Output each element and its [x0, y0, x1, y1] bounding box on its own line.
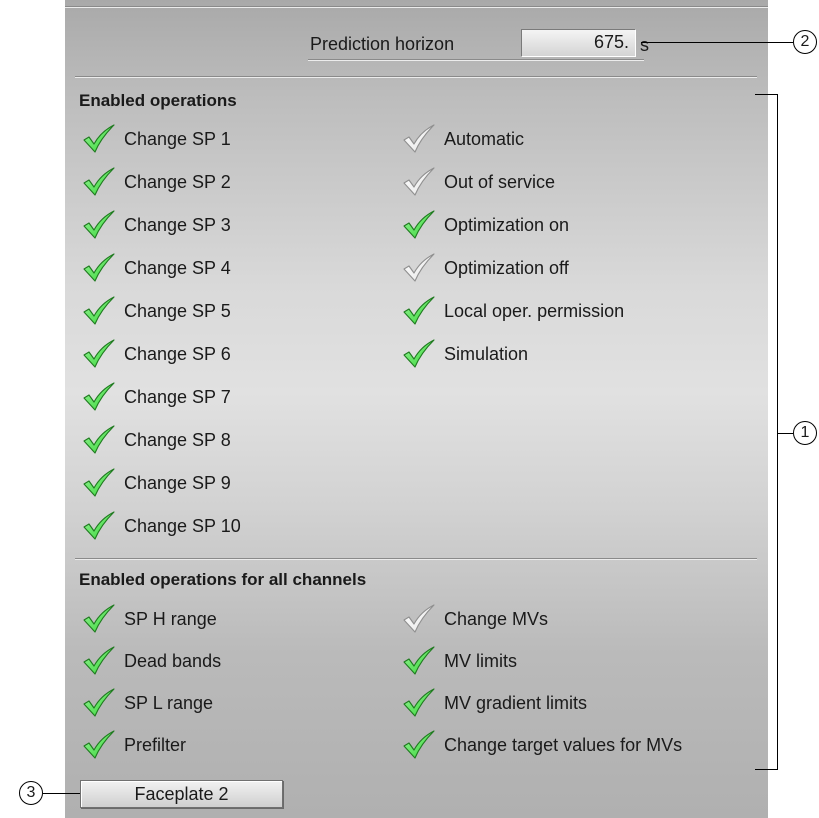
- operation-label: Change SP 2: [124, 171, 231, 192]
- operation-item: Optimization on: [400, 210, 569, 240]
- operation-item: Change SP 1: [80, 124, 231, 154]
- operation-label: Change SP 8: [124, 429, 231, 450]
- operation-item: Simulation: [400, 339, 528, 369]
- green-check-icon: [400, 688, 440, 718]
- operation-item: Optimization off: [400, 253, 569, 283]
- operation-label: Change SP 3: [124, 214, 231, 235]
- top-divider: [65, 6, 768, 8]
- operation-item: Change SP 2: [80, 167, 231, 197]
- green-check-icon: [400, 210, 440, 240]
- green-check-icon: [400, 646, 440, 676]
- operation-item: Local oper. permission: [400, 296, 624, 326]
- grey-check-icon: [400, 604, 440, 634]
- callout-2-leader: [641, 42, 793, 44]
- operation-item: Automatic: [400, 124, 524, 154]
- prediction-horizon-field[interactable]: 675.: [521, 29, 636, 57]
- operation-label: Change SP 9: [124, 472, 231, 493]
- callout-1-bracket-top: [755, 94, 778, 96]
- callout-1-bracket-bottom: [755, 769, 778, 771]
- green-check-icon: [80, 167, 120, 197]
- operation-item: MV limits: [400, 646, 517, 676]
- green-check-icon: [80, 382, 120, 412]
- operation-label: Simulation: [444, 343, 529, 364]
- green-check-icon: [400, 730, 440, 760]
- operation-item: Change SP 5: [80, 296, 231, 326]
- prediction-horizon-value: 675.: [593, 32, 629, 52]
- green-check-icon: [80, 296, 120, 326]
- callout-3: 3: [19, 781, 43, 805]
- operation-item: Change SP 4: [80, 253, 231, 283]
- prediction-horizon-label: Prediction horizon: [310, 34, 455, 54]
- operation-label: Dead bands: [124, 650, 222, 671]
- green-check-icon: [400, 296, 440, 326]
- green-check-icon: [80, 339, 120, 369]
- operation-label: Change target values for MVs: [444, 734, 683, 755]
- operation-label: Local oper. permission: [444, 300, 625, 321]
- operation-item: Change target values for MVs: [400, 730, 682, 760]
- green-check-icon: [400, 339, 440, 369]
- green-check-icon: [80, 688, 120, 718]
- access-permissions-panel: Prediction horizon 675. s Enabled operat…: [65, 0, 768, 818]
- section-divider-2: [75, 558, 757, 560]
- operation-label: Prefilter: [124, 734, 187, 755]
- operation-label: Change SP 7: [124, 386, 231, 407]
- operation-item: Change SP 8: [80, 425, 231, 455]
- prediction-horizon-unit: s: [640, 35, 649, 55]
- enabled-operations-heading: Enabled operations: [79, 91, 237, 110]
- all-channels-heading: Enabled operations for all channels: [79, 570, 367, 589]
- operation-item: Change MVs: [400, 604, 548, 634]
- operation-label: Change SP 6: [124, 343, 231, 364]
- operation-item: Change SP 7: [80, 382, 231, 412]
- operation-item: Change SP 3: [80, 210, 231, 240]
- green-check-icon: [80, 511, 120, 541]
- green-check-icon: [80, 210, 120, 240]
- operation-item: SP L range: [80, 688, 213, 718]
- operation-item: Dead bands: [80, 646, 221, 676]
- operation-label: Change SP 10: [124, 515, 241, 536]
- operation-label: MV limits: [444, 650, 517, 671]
- green-check-icon: [80, 425, 120, 455]
- grey-check-icon: [400, 253, 440, 283]
- green-check-icon: [80, 646, 120, 676]
- operation-label: SP H range: [124, 608, 217, 629]
- operation-label: Out of service: [444, 171, 556, 192]
- operation-item: Change SP 9: [80, 468, 231, 498]
- green-check-icon: [80, 468, 120, 498]
- green-check-icon: [80, 253, 120, 283]
- operation-label: Change MVs: [444, 608, 549, 629]
- operation-item: MV gradient limits: [400, 688, 587, 718]
- grey-check-icon: [400, 124, 440, 154]
- operation-item: Change SP 10: [80, 511, 241, 541]
- operation-label: Change SP 1: [124, 128, 231, 149]
- operation-label: Change SP 5: [124, 300, 231, 321]
- callout-1-bracket-vertical: [777, 94, 779, 770]
- callout-1-leader: [777, 433, 793, 435]
- operation-label: Optimization on: [444, 214, 570, 235]
- operation-label: SP L range: [124, 692, 214, 713]
- callout-1: 1: [793, 421, 817, 445]
- operation-item: SP H range: [80, 604, 217, 634]
- section-divider-1: [75, 76, 757, 78]
- green-check-icon: [80, 124, 120, 154]
- green-check-icon: [80, 730, 120, 760]
- prediction-horizon-underline: [308, 59, 644, 61]
- callout-2: 2: [793, 30, 817, 54]
- operation-item: Change SP 6: [80, 339, 231, 369]
- green-check-icon: [80, 604, 120, 634]
- operation-item: Prefilter: [80, 730, 186, 760]
- faceplate-2-button[interactable]: Faceplate 2: [80, 780, 283, 808]
- operation-label: MV gradient limits: [444, 692, 588, 713]
- operation-label: Automatic: [444, 128, 525, 149]
- operation-item: Out of service: [400, 167, 555, 197]
- operation-label: Optimization off: [444, 257, 569, 278]
- operation-label: Change SP 4: [124, 257, 231, 278]
- grey-check-icon: [400, 167, 440, 197]
- callout-3-leader: [43, 793, 80, 795]
